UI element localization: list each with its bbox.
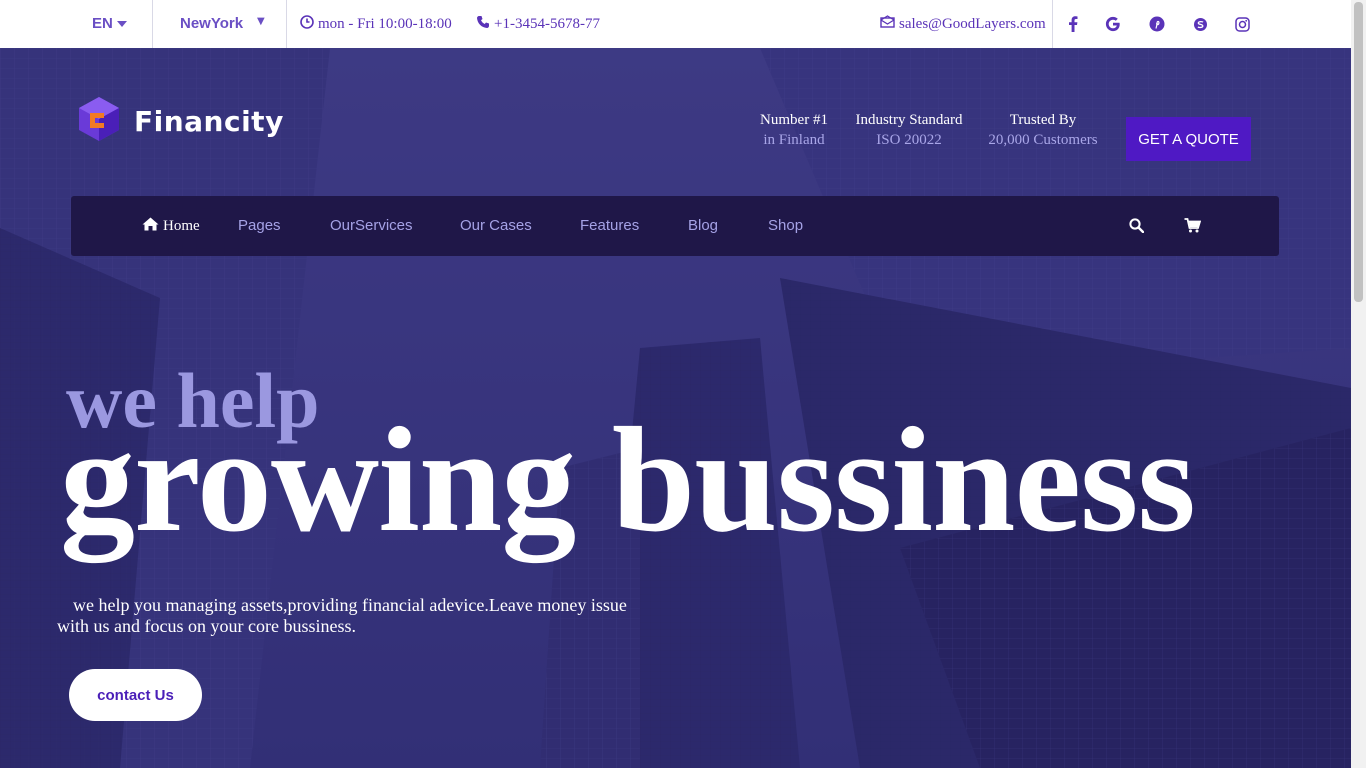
nav-item-pages[interactable]: Pages bbox=[238, 217, 281, 234]
phone-link[interactable]: +1-3454-5678-77 bbox=[476, 15, 600, 34]
nav-item-services[interactable]: OurServices bbox=[330, 217, 413, 234]
stat-title: Number #1 bbox=[760, 112, 828, 128]
skype-icon[interactable] bbox=[1190, 14, 1210, 34]
site-logo[interactable]: Financity bbox=[78, 96, 284, 147]
stat-subtitle: ISO 20022 bbox=[876, 132, 942, 148]
clock-icon bbox=[300, 15, 314, 34]
divider bbox=[1052, 0, 1053, 48]
home-icon bbox=[142, 217, 159, 236]
dropdown-arrow-icon[interactable]: ▼ bbox=[257, 16, 265, 27]
google-icon[interactable] bbox=[1103, 14, 1123, 34]
instagram-icon[interactable] bbox=[1232, 14, 1252, 34]
main-navigation: Home Pages OurServices Our Cases Feature… bbox=[71, 196, 1279, 256]
stat-ranking: Number #1 in Finland bbox=[752, 110, 836, 150]
phone-icon bbox=[476, 15, 490, 34]
divider bbox=[152, 0, 153, 48]
nav-item-cases[interactable]: Our Cases bbox=[460, 217, 532, 234]
hours-text: mon - Fri 10:00-18:00 bbox=[318, 16, 452, 32]
cube-logo-icon bbox=[78, 96, 120, 147]
hero-description: we help you managing assets,providing fi… bbox=[57, 595, 627, 636]
stat-title: Industry Standard bbox=[855, 112, 963, 128]
cart-icon[interactable] bbox=[1182, 215, 1202, 235]
contact-us-button[interactable]: contact Us bbox=[69, 669, 202, 721]
search-icon[interactable] bbox=[1126, 215, 1146, 235]
email-link[interactable]: sales@GoodLayers.com bbox=[880, 15, 1046, 33]
facebook-icon[interactable] bbox=[1063, 14, 1083, 34]
hero-heading: growing bussiness bbox=[60, 397, 1196, 563]
stat-standard: Industry Standard ISO 20022 bbox=[852, 110, 966, 150]
pinterest-icon[interactable] bbox=[1147, 14, 1167, 34]
stat-title: Trusted By bbox=[1009, 112, 1077, 128]
email-address: sales@GoodLayers.com bbox=[899, 15, 1046, 32]
envelope-icon bbox=[880, 15, 895, 33]
stat-trust: Trusted By 20,000 Customers bbox=[983, 110, 1103, 150]
top-bar: EN NewYork ▼ mon - Fri 10:00-18:00 +1-34… bbox=[0, 0, 1351, 48]
nav-item-shop[interactable]: Shop bbox=[768, 217, 803, 234]
page-scrollbar[interactable] bbox=[1351, 0, 1366, 768]
nav-item-blog[interactable]: Blog bbox=[688, 217, 718, 234]
stat-subtitle: in Finland bbox=[763, 132, 825, 148]
city-selector[interactable]: NewYork bbox=[180, 15, 243, 32]
get-quote-button[interactable]: GET A QUOTE bbox=[1126, 117, 1251, 161]
language-label: EN bbox=[92, 15, 113, 32]
divider bbox=[286, 0, 287, 48]
opening-hours: mon - Fri 10:00-18:00 bbox=[300, 15, 452, 34]
logo-text: Financity bbox=[134, 105, 284, 138]
language-selector[interactable]: EN bbox=[92, 15, 127, 32]
nav-item-features[interactable]: Features bbox=[580, 217, 639, 234]
caret-down-icon bbox=[116, 15, 127, 32]
phone-number: +1-3454-5678-77 bbox=[494, 16, 600, 32]
nav-label: Home bbox=[163, 218, 200, 234]
stat-subtitle: 20,000 Customers bbox=[988, 132, 1098, 148]
nav-item-home[interactable]: Home bbox=[142, 217, 200, 236]
scrollbar-thumb[interactable] bbox=[1354, 2, 1363, 302]
